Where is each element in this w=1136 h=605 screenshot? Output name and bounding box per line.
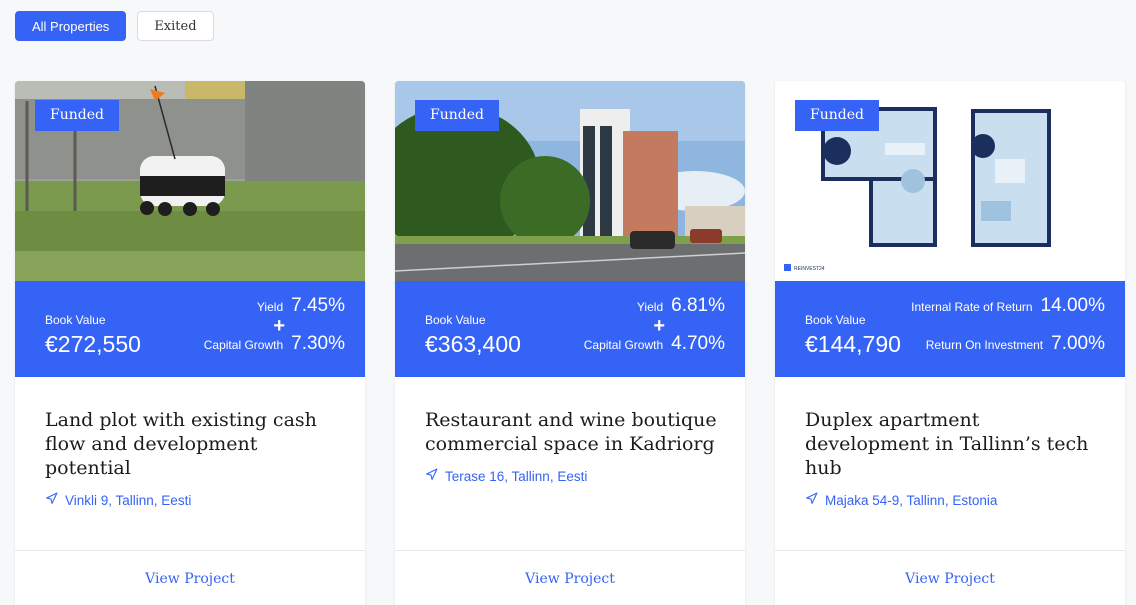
- yield-value: 7.45%: [291, 295, 345, 316]
- stats-panel: Book Value €363,400 Yield 6.81% + Capita…: [395, 281, 745, 377]
- stats-panel: Book Value €272,550 Yield 7.45% + Capita…: [15, 281, 365, 377]
- property-title: Land plot with existing cash flow and de…: [45, 409, 317, 479]
- location-arrow-icon: [805, 492, 818, 508]
- plus-sign: +: [273, 315, 285, 337]
- view-project-button[interactable]: View Project: [15, 551, 365, 605]
- capital-growth-label: Capital Growth: [203, 338, 284, 352]
- funded-badge: Funded: [35, 100, 119, 131]
- roi-label: Return On Investment: [925, 338, 1044, 352]
- location-arrow-icon: [425, 468, 438, 484]
- irr-label: Internal Rate of Return: [911, 300, 1033, 314]
- capital-growth-value: 7.30%: [291, 333, 345, 354]
- roi-value: 7.00%: [1051, 333, 1105, 354]
- return-stats: Yield 7.45% + Capital Growth 7.30%: [204, 295, 345, 359]
- book-value-label: Book Value: [45, 313, 106, 327]
- exited-filter-button[interactable]: Exited: [137, 11, 214, 41]
- property-card-duplex[interactable]: REINVEST24 Funded Book Value €144,790 In…: [775, 81, 1125, 605]
- location-text: Vinkli 9, Tallinn, Eesti: [65, 492, 192, 508]
- property-card-land-plot[interactable]: Funded Book Value €272,550 Yield 7.45% +…: [15, 81, 365, 605]
- capital-growth-value: 4.70%: [671, 333, 725, 354]
- brand-logo: REINVEST24: [794, 266, 825, 272]
- stats-panel: Book Value €144,790 Internal Rate of Ret…: [775, 281, 1125, 377]
- plus-sign: +: [653, 315, 665, 337]
- location-text: Majaka 54-9, Tallinn, Estonia: [825, 492, 998, 508]
- property-location[interactable]: Vinkli 9, Tallinn, Eesti: [45, 492, 191, 508]
- irr-value: 14.00%: [1040, 295, 1105, 316]
- funded-badge: Funded: [795, 100, 879, 131]
- property-title: Restaurant and wine boutique commercial …: [425, 409, 717, 455]
- return-stats: Internal Rate of Return 14.00% Return On…: [911, 295, 1105, 359]
- book-value: €144,790: [805, 331, 901, 357]
- property-title: Duplex apartment development in Tallinn’…: [805, 409, 1089, 479]
- yield-value: 6.81%: [671, 295, 725, 316]
- book-value: €272,550: [45, 331, 141, 357]
- property-location[interactable]: Majaka 54-9, Tallinn, Estonia: [805, 492, 997, 508]
- view-project-button[interactable]: View Project: [775, 551, 1125, 605]
- view-project-button[interactable]: View Project: [395, 551, 745, 605]
- yield-label: Yield: [636, 300, 664, 314]
- location-arrow-icon: [45, 492, 58, 508]
- all-properties-filter-button[interactable]: All Properties: [15, 11, 127, 41]
- filter-bar: All Properties Exited: [15, 11, 214, 41]
- funded-badge: Funded: [415, 100, 499, 131]
- property-location[interactable]: Terase 16, Tallinn, Eesti: [425, 468, 587, 484]
- capital-growth-label: Capital Growth: [583, 338, 664, 352]
- yield-label: Yield: [256, 300, 284, 314]
- property-card-restaurant[interactable]: Funded Book Value €363,400 Yield 6.81% +…: [395, 81, 745, 605]
- book-value-label: Book Value: [425, 313, 486, 327]
- location-text: Terase 16, Tallinn, Eesti: [445, 468, 588, 484]
- return-stats: Yield 6.81% + Capital Growth 4.70%: [584, 295, 725, 359]
- book-value-label: Book Value: [805, 313, 866, 327]
- book-value: €363,400: [425, 331, 521, 357]
